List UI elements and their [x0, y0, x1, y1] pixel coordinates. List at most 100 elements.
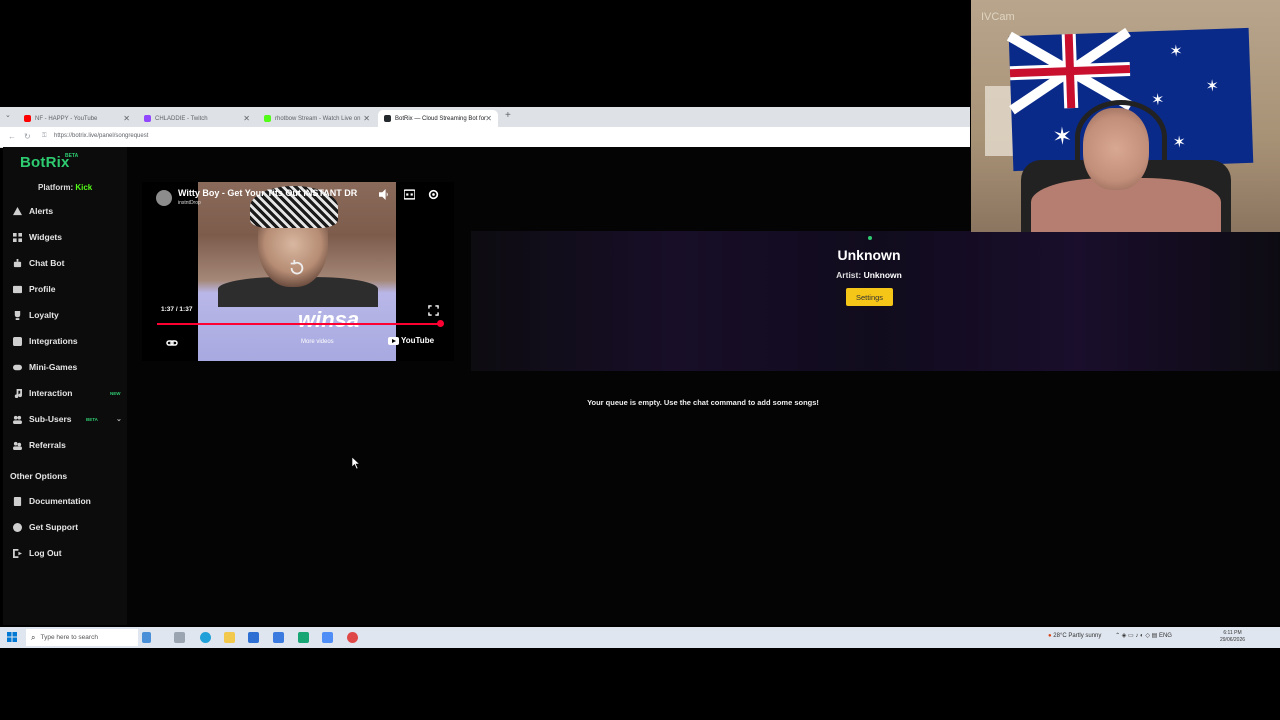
clock-time: 6:11 PM	[1223, 630, 1242, 636]
sidebar-item-interaction[interactable]: Interaction NEW	[3, 385, 127, 401]
webcam-label: IVCam	[981, 11, 1015, 23]
tray-icons[interactable]: ⌃ ◈ ▭ ♪ ◐ ◇ ▤	[1115, 633, 1157, 639]
star-icon: ✶	[1051, 123, 1073, 151]
tab-twitch[interactable]: CHLADDIE - Twitch ✕	[138, 110, 256, 127]
platform-value: Kick	[75, 183, 93, 192]
youtube-wordmark: YouTube	[401, 336, 435, 345]
sidebar-item-label: Alerts	[29, 206, 54, 216]
new-tab-button[interactable]: +	[505, 110, 511, 121]
gear-icon[interactable]	[427, 188, 439, 200]
chevron-down-icon[interactable]: ⌄	[116, 415, 122, 423]
tab-youtube[interactable]: NF - HAPPY - YouTube ✕	[18, 110, 136, 127]
settings-button[interactable]: Settings	[846, 288, 893, 306]
queue-empty-message: Your queue is empty. Use the chat comman…	[587, 398, 819, 407]
platform-indicator[interactable]: Platform: Kick	[38, 183, 92, 192]
tab-close-icon[interactable]: ✕	[485, 114, 492, 123]
cortana-icon[interactable]	[142, 632, 151, 643]
edge-icon[interactable]	[200, 632, 211, 643]
tab-botrix[interactable]: BotRix — Cloud Streaming Bot for ✕	[378, 110, 498, 127]
more-videos-label[interactable]: More videos	[301, 339, 334, 345]
github-favicon-icon	[384, 115, 391, 122]
chrome-icon[interactable]	[347, 632, 358, 643]
star-icon: ✶	[1205, 77, 1220, 96]
song-artist: Artist: Unknown	[769, 270, 969, 280]
tab-label: NF - HAPPY - YouTube	[35, 115, 98, 122]
windows-taskbar: ⌕ Type here to search ● 28°C Partly sunn…	[0, 627, 1280, 648]
refresh-icon[interactable]: ↻	[24, 132, 31, 141]
app-icon[interactable]	[298, 632, 309, 643]
youtube-favicon-icon	[24, 115, 31, 122]
thumbnail-text: winsa	[298, 307, 360, 332]
sidebar-item-referrals[interactable]: Referrals	[3, 437, 127, 453]
tab-close-icon[interactable]: ✕	[123, 114, 130, 123]
video-title[interactable]: Witty Boy - Get Your Tits Out INSTANT DR	[178, 188, 364, 198]
sidebar-item-label: Get Support	[29, 522, 79, 532]
task-view-icon[interactable]	[174, 632, 185, 643]
star-icon: ✶	[1169, 43, 1184, 61]
weather-text[interactable]: 28°C Partly sunny	[1053, 633, 1101, 639]
other-options-heading: Other Options	[10, 471, 68, 481]
beta-badge: BETA	[65, 153, 79, 159]
store-icon[interactable]	[248, 632, 259, 643]
channel-avatar[interactable]	[156, 190, 172, 206]
taskbar-clock[interactable]: 6:11 PM 29/06/2026	[1220, 630, 1245, 644]
mail-icon[interactable]	[273, 632, 284, 643]
back-icon[interactable]: ←	[8, 132, 16, 141]
language-indicator[interactable]: ENG	[1159, 633, 1172, 639]
tab-search-chevron-icon[interactable]: ⌄	[5, 111, 11, 119]
headset	[1075, 100, 1167, 175]
referrals-icon	[13, 441, 22, 450]
platform-label: Platform:	[38, 183, 74, 192]
lock-icon: ⚿	[42, 133, 47, 139]
sidebar-item-loyalty[interactable]: Loyalty	[3, 307, 127, 323]
mouse-cursor-icon	[352, 457, 360, 469]
gamepad-icon	[13, 363, 22, 372]
botrix-logo[interactable]: BotRix	[20, 154, 70, 171]
users-icon	[13, 415, 22, 424]
sidebar-item-widgets[interactable]: Widgets	[3, 229, 127, 245]
address-bar: ← ↻ ⚿ https://botrix.live/panel/songrequ…	[0, 127, 970, 148]
file-explorer-icon[interactable]	[224, 632, 235, 643]
sidebar-item-get-support[interactable]: Get Support	[3, 519, 127, 535]
robot-icon	[13, 258, 22, 268]
progress-fill	[157, 323, 441, 325]
taskbar-search-input[interactable]: ⌕ Type here to search	[26, 629, 138, 646]
sidebar-item-chat-bot[interactable]: Chat Bot	[3, 255, 127, 271]
progress-scrubber[interactable]	[437, 320, 444, 327]
progress-bar[interactable]	[157, 323, 441, 325]
windows-start-icon[interactable]	[7, 632, 17, 642]
youtube-player[interactable]: winsa Witty Boy - Get Your Tits Out INST…	[142, 182, 454, 361]
tab-kick[interactable]: rhotbow Stream - Watch Live on ✕	[258, 110, 376, 127]
tab-close-icon[interactable]: ✕	[363, 114, 370, 123]
replay-icon[interactable]	[288, 259, 306, 277]
sidebar-item-documentation[interactable]: Documentation	[3, 493, 127, 509]
sidebar-item-alerts[interactable]: Alerts	[3, 203, 127, 219]
sidebar-item-label: Profile	[29, 284, 56, 294]
volume-icon[interactable]	[378, 188, 390, 200]
sidebar-item-label: Documentation	[29, 496, 91, 506]
sidebar-item-label: Referrals	[29, 440, 66, 450]
sidebar-item-profile[interactable]: Profile	[3, 281, 127, 297]
search-placeholder: Type here to search	[40, 634, 98, 641]
trophy-icon	[13, 310, 22, 320]
url-field[interactable]: https://botrix.live/panel/songrequest	[54, 133, 148, 139]
widgets-icon	[13, 232, 22, 242]
tab-label: CHLADDIE - Twitch	[155, 115, 208, 122]
youtube-logo[interactable]: YouTube	[388, 336, 434, 345]
fullscreen-icon[interactable]	[428, 303, 439, 316]
tab-close-icon[interactable]: ✕	[243, 114, 250, 123]
sidebar-item-label: Chat Bot	[29, 258, 65, 268]
app-icon[interactable]	[322, 632, 333, 643]
sidebar-item-sub-users[interactable]: Sub-Users BETA ⌄	[3, 411, 127, 427]
system-tray: ● 28°C Partly sunny ⌃ ◈ ▭ ♪ ◐ ◇ ▤ ENG	[1048, 632, 1172, 639]
sidebar-item-integrations[interactable]: Integrations	[3, 333, 127, 349]
beta-badge: BETA	[86, 416, 98, 422]
sidebar-item-label: Widgets	[29, 232, 62, 242]
browser-chrome: ⌄ NF - HAPPY - YouTube ✕ CHLADDIE - Twit…	[0, 107, 970, 148]
channel-name[interactable]: instntDrop	[178, 200, 201, 206]
captions-icon[interactable]	[403, 188, 415, 200]
sidebar-item-log-out[interactable]: Log Out	[3, 545, 127, 561]
twitch-favicon-icon	[144, 115, 151, 122]
link-icon[interactable]	[166, 336, 178, 348]
sidebar-item-mini-games[interactable]: Mini-Games	[3, 359, 127, 375]
